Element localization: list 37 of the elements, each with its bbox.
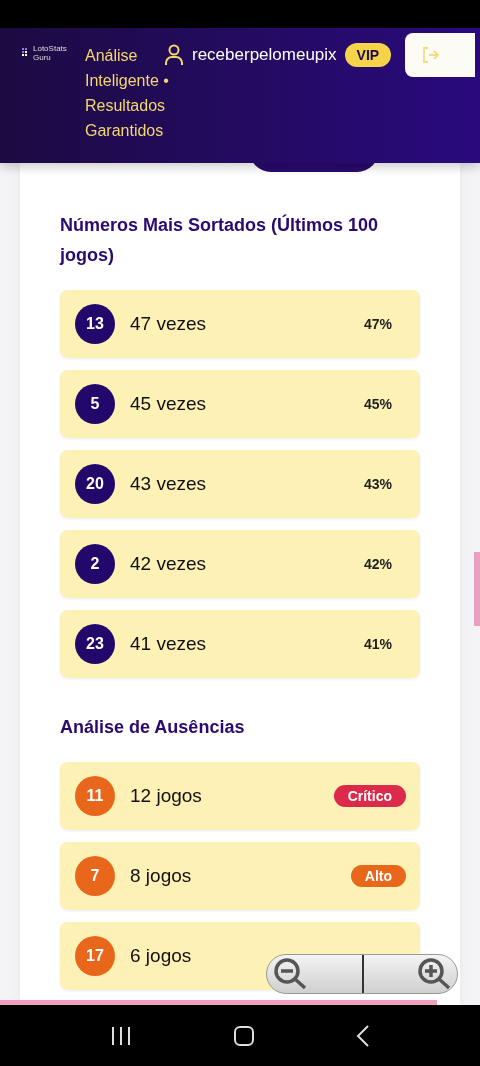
count-text: 42 vezes (130, 553, 208, 575)
vip-badge: VIP (344, 43, 392, 67)
count-text: 43 vezes (130, 473, 208, 495)
number-ball: 7 (75, 856, 115, 896)
count-text: 6 jogos (130, 945, 193, 967)
percent-text: 47% (363, 316, 392, 332)
number-ball: 23 (75, 624, 115, 664)
username: receberpelomeupix (192, 45, 337, 65)
count-text: 41 vezes (130, 633, 208, 655)
number-ball: 11 (75, 776, 115, 816)
section-heading: Análise de Ausências (60, 716, 246, 739)
recent-apps-icon (110, 1026, 133, 1045)
percent-text: 43% (363, 476, 392, 492)
logout-button[interactable] (405, 33, 476, 77)
zoom-out-icon (273, 957, 309, 991)
severity-badge: Alto (350, 865, 406, 887)
percent-text: 41% (363, 636, 392, 652)
number-ball: 13 (75, 304, 115, 344)
user-icon (164, 44, 184, 66)
percent-text: 45% (363, 396, 392, 412)
count-text: 12 jogos (130, 785, 203, 807)
count-text: 47 vezes (130, 313, 208, 335)
number-ball: 20 (75, 464, 115, 504)
section-heading: Números Mais Sortados (Últimos 100 jogos) (60, 213, 380, 267)
back-icon (355, 1024, 370, 1047)
zoom-in-icon (417, 957, 453, 991)
number-ball: 2 (75, 544, 115, 584)
count-text: 45 vezes (130, 393, 208, 415)
logout-icon (421, 46, 440, 64)
number-ball: 17 (75, 936, 115, 976)
percent-text: 42% (363, 556, 392, 572)
severity-badge: Crítico (333, 785, 406, 807)
tagline: Análise Inteligente • Resultados Garantidos (85, 46, 170, 141)
count-text: 8 jogos (130, 865, 193, 887)
number-ball: 5 (75, 384, 115, 424)
home-icon (233, 1024, 255, 1047)
logo-text: LotoStats Guru (33, 44, 68, 62)
